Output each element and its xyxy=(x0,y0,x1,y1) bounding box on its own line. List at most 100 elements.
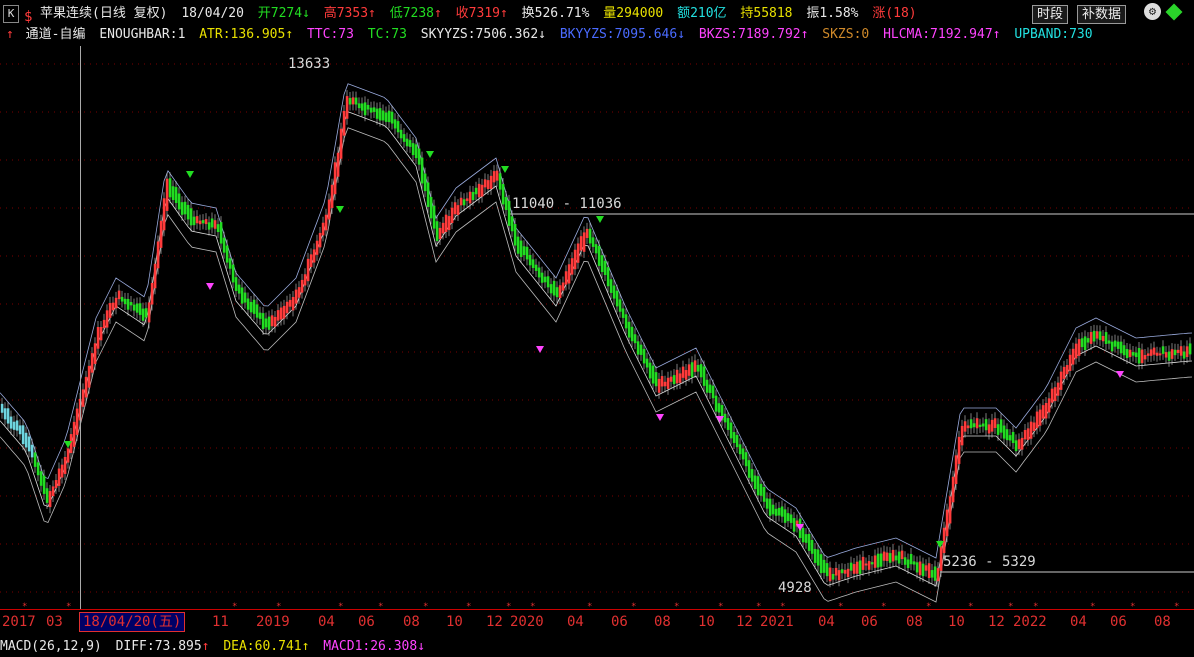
axis-marker-icon: * xyxy=(1090,602,1096,612)
candle xyxy=(18,425,22,435)
candle xyxy=(1011,431,1015,444)
axis-tick-label: 06 xyxy=(611,614,628,630)
candle xyxy=(1122,345,1126,356)
axis-marker-icon: * xyxy=(1174,602,1180,612)
candle xyxy=(189,208,193,226)
candle xyxy=(387,110,391,123)
candle xyxy=(891,549,895,562)
indicator-params: ENOUGHBAR:1 xyxy=(99,27,186,42)
channel-lines xyxy=(0,83,1193,603)
candle xyxy=(543,276,547,283)
candle xyxy=(900,550,904,560)
high-arrow-icon: ↑ xyxy=(368,6,376,21)
candle xyxy=(249,301,253,313)
candle xyxy=(168,178,172,198)
price-chart[interactable]: 13633 11040 - 11036 5236 - 5329 4928 xyxy=(0,46,1194,609)
candle xyxy=(30,444,34,458)
candle xyxy=(972,423,976,428)
candle xyxy=(939,546,943,571)
candle xyxy=(420,157,424,184)
candle xyxy=(1071,348,1075,365)
candle xyxy=(381,110,385,121)
candle xyxy=(39,471,43,486)
candle xyxy=(825,563,829,577)
candle xyxy=(1065,365,1069,375)
candle xyxy=(885,552,889,561)
candle xyxy=(1176,349,1180,353)
candle xyxy=(174,187,178,203)
candle xyxy=(201,220,205,224)
indicator-name[interactable]: 通道-自编 xyxy=(26,27,86,42)
candle xyxy=(1086,338,1090,343)
change: 涨(18) xyxy=(872,6,917,21)
candle xyxy=(942,527,946,554)
candle xyxy=(483,179,487,188)
fill-data-button[interactable]: 补数据 xyxy=(1077,5,1127,24)
candle xyxy=(159,220,163,248)
candle xyxy=(462,199,466,206)
indicator-header: ↑ 通道-自编 ENOUGHBAR:1 ATR:136.905↑ TTC:73 … xyxy=(0,24,1194,46)
support-label: 5236 - 5329 xyxy=(943,554,1036,570)
candle xyxy=(789,514,793,523)
candle xyxy=(369,107,373,113)
candle xyxy=(879,553,883,567)
candle xyxy=(663,381,667,387)
candle xyxy=(261,313,265,330)
candle xyxy=(195,216,199,224)
candle xyxy=(411,143,415,156)
gear-icon[interactable]: ⚙ xyxy=(1144,3,1161,20)
candle xyxy=(801,527,805,543)
candle xyxy=(912,561,916,565)
candle xyxy=(390,111,394,124)
candle xyxy=(183,201,187,215)
axis-tick-label: 2019 xyxy=(256,614,290,630)
green-diamond-icon[interactable] xyxy=(1165,3,1183,21)
macd-name[interactable]: MACD(26,12,9) xyxy=(0,639,102,654)
candle xyxy=(1062,366,1066,379)
candle xyxy=(585,228,589,238)
axis-marker-icon: * xyxy=(968,602,974,612)
candle xyxy=(315,240,319,255)
candle xyxy=(396,121,400,133)
axis-tick-label: 10 xyxy=(948,614,965,630)
candle xyxy=(129,302,133,306)
candle xyxy=(642,348,646,364)
candle xyxy=(618,299,622,312)
candle xyxy=(132,304,136,311)
candle xyxy=(546,276,550,288)
candle xyxy=(351,97,355,105)
candle xyxy=(570,258,574,275)
candle xyxy=(699,364,703,378)
k-line-button[interactable]: K xyxy=(3,5,19,23)
candle xyxy=(822,559,826,573)
candle xyxy=(519,240,523,257)
candle xyxy=(816,549,820,566)
hlcma-value: HLCMA:7192.947 xyxy=(883,27,993,42)
candle xyxy=(123,298,127,305)
candle xyxy=(819,554,823,574)
quote-date: 18/04/20 xyxy=(181,6,244,21)
time-period-button[interactable]: 时段 xyxy=(1032,5,1069,24)
high-price: 高7353 xyxy=(323,6,369,21)
candle xyxy=(42,475,46,494)
candle xyxy=(555,287,559,298)
candle xyxy=(354,97,358,105)
channel-line xyxy=(0,111,1193,587)
candle xyxy=(780,506,784,517)
candle xyxy=(489,175,493,189)
candle xyxy=(753,475,757,490)
macd1-arrow-icon: ↓ xyxy=(417,639,426,654)
candle xyxy=(105,310,109,328)
candle xyxy=(981,423,985,427)
sell-signal-arrow xyxy=(501,166,509,173)
candle xyxy=(1185,346,1189,358)
macd-macd1: MACD1:26.308 xyxy=(323,639,418,654)
candle xyxy=(150,282,154,305)
axis-marker-icon: * xyxy=(881,602,887,612)
axis-tick-label: 12 xyxy=(486,614,503,630)
candle xyxy=(540,272,544,283)
candle xyxy=(1143,355,1147,360)
candle xyxy=(1005,429,1009,441)
candle xyxy=(711,385,715,399)
candle xyxy=(357,103,361,109)
